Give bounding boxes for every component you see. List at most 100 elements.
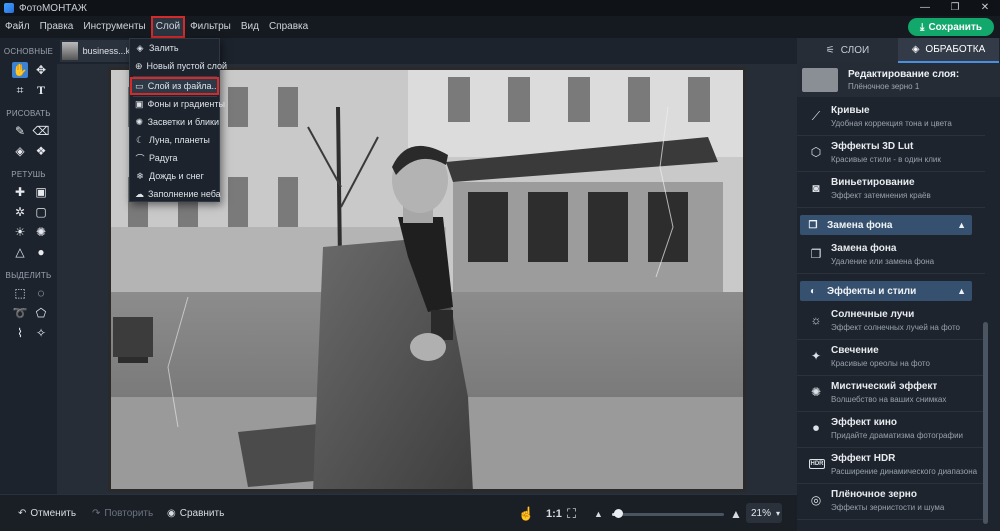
layers-icon: ❐: [808, 219, 818, 231]
frame-tool-icon[interactable]: ▢: [33, 204, 49, 220]
section-effects-styles[interactable]: ◐ Эффекты и стили ▲: [800, 281, 972, 301]
maximize-button[interactable]: ❐: [940, 0, 970, 16]
text-tool-icon[interactable]: T: [33, 82, 49, 98]
left-toolbar: ОСНОВНЫЕ ✋ ✥ ⌗ T РИСОВАТЬ ✎ ⌫ ◈ ❖ РЕТУШЬ…: [0, 38, 57, 494]
document-tab[interactable]: business...kin: [60, 40, 130, 62]
hand-tool-icon[interactable]: ✋: [12, 62, 28, 78]
tab-layers-label: СЛОИ: [840, 45, 870, 56]
compare-label: Сравнить: [179, 508, 225, 519]
section-background-replace[interactable]: ❐ Замена фона ▲: [800, 215, 972, 235]
photomontage-window: ФотоМОНТАЖ — ❐ ✕ Файл Правка Инструменты…: [0, 0, 1000, 531]
zoom-slider-handle[interactable]: [614, 509, 623, 518]
menu-filters[interactable]: Фильтры: [185, 16, 236, 38]
menu-file[interactable]: Файл: [0, 16, 35, 38]
shapes-tool-icon[interactable]: ❖: [33, 143, 49, 159]
menu-item-rain-snow[interactable]: ❄ Дождь и снег: [130, 167, 219, 185]
burn-tool-icon[interactable]: ✺: [33, 224, 49, 240]
menu-item-sky[interactable]: ☁ Заполнение неба: [130, 185, 221, 203]
scrollbar-thumb[interactable]: [983, 322, 988, 524]
rainbow-icon: ⌒: [135, 153, 145, 164]
menu-item-flares[interactable]: ✺ Засветки и блики: [130, 113, 220, 131]
list-item-glow[interactable]: ✦ Свечение Красивые ореолы на фото: [797, 340, 985, 376]
list-item-cinema[interactable]: ⏺ Эффект кино Придайте драматизма фотогр…: [797, 412, 985, 448]
polygon-lasso-icon[interactable]: ⬠: [33, 305, 49, 321]
magic-wand-icon[interactable]: ✧: [33, 325, 49, 341]
brush-tool-icon[interactable]: ✎: [12, 123, 28, 139]
item-name: Солнечные лучи: [831, 309, 915, 320]
zoom-value: 21%: [751, 507, 772, 519]
item-name: Мистический эффект: [831, 381, 938, 392]
menu-item-moon[interactable]: ☾ Луна, планеты: [130, 131, 219, 149]
menu-tools[interactable]: Инструменты: [78, 16, 150, 38]
item-name: Кривые: [831, 105, 870, 116]
minimize-button[interactable]: —: [910, 0, 940, 16]
eraser-tool-icon[interactable]: ⌫: [33, 123, 50, 139]
item-name: Замена фона: [831, 243, 897, 254]
ellipse-select-icon[interactable]: ◌: [33, 285, 49, 301]
chevron-up-icon: ▲: [957, 286, 966, 296]
compare-button[interactable]: ◉ Сравнить: [167, 495, 224, 531]
lasso-tool-icon[interactable]: ➰: [12, 305, 28, 321]
fill-icon: ◈: [136, 42, 144, 53]
zoom-out-icon[interactable]: ▲: [594, 495, 603, 531]
zoom-value-field[interactable]: 21% ▾: [746, 503, 782, 523]
menu-help[interactable]: Справка: [264, 16, 313, 38]
list-item-replace-bg[interactable]: ❐ Замена фона Удаление или замена фона: [797, 238, 985, 274]
redo-button[interactable]: ↷ Повторить: [92, 495, 153, 531]
item-name: Плёночное зерно: [831, 489, 917, 500]
item-desc: Удаление или замена фона: [831, 257, 935, 266]
blur-tool-icon[interactable]: ●: [33, 244, 49, 260]
sparkle-icon: ✺: [135, 116, 144, 127]
redo-icon: ↷: [92, 508, 101, 519]
menu-edit[interactable]: Правка: [35, 16, 79, 38]
menu-item-new-layer[interactable]: ⊕ Новый пустой слой: [130, 57, 227, 75]
undo-label: Отменить: [30, 508, 77, 519]
undo-icon: ↶: [18, 508, 27, 519]
list-item-film-grain[interactable]: ◎ Плёночное зерно Эффекты зернистости и …: [797, 484, 985, 520]
crop-tool-icon[interactable]: ⌗: [12, 82, 28, 98]
stamp-tool-icon[interactable]: ▣: [33, 184, 49, 200]
zoom-in-icon[interactable]: ▲: [730, 495, 742, 531]
list-item-3d-lut[interactable]: ⬡ Эффекты 3D Lut Красивые стили - в один…: [797, 136, 985, 172]
list-item-hdr[interactable]: HDR Эффект HDR Расширение динамического …: [797, 448, 985, 484]
moon-icon: ☾: [135, 134, 145, 145]
tab-layers[interactable]: ⚟ СЛОИ: [797, 38, 898, 63]
move-tool-icon[interactable]: ✥: [33, 62, 49, 78]
section-label-retouch: РЕТУШЬ: [11, 170, 46, 179]
title-bar: ФотоМОНТАЖ — ❐ ✕: [0, 0, 1000, 16]
hdr-icon: HDR: [809, 459, 825, 469]
save-button[interactable]: ⤓ Сохранить: [908, 18, 994, 36]
bucket-tool-icon[interactable]: ◈: [12, 143, 28, 159]
menu-item-backgrounds[interactable]: ▣ Фоны и градиенты: [130, 95, 225, 113]
magnetic-lasso-icon[interactable]: ⌇: [12, 325, 28, 341]
menu-item-label: Заполнение неба: [148, 189, 221, 199]
section-label-draw: РИСОВАТЬ: [6, 109, 51, 118]
menu-item-fill[interactable]: ◈ Залить: [130, 39, 219, 57]
item-desc: Эффекты зернистости и шума: [831, 503, 945, 512]
menu-item-rainbow[interactable]: ⌒ Радуга: [130, 149, 219, 167]
undo-button[interactable]: ↶ Отменить: [18, 495, 76, 531]
item-desc: Красивые ореолы на фото: [831, 359, 930, 368]
fit-screen-icon[interactable]: ⛶: [567, 495, 576, 531]
dodge-tool-icon[interactable]: ☀: [12, 224, 28, 240]
menu-view[interactable]: Вид: [236, 16, 264, 38]
menu-layer[interactable]: Слой: [150, 16, 186, 38]
list-item-vignette[interactable]: ◙ Виньетирование Эффект затемнения краёв: [797, 172, 985, 208]
patch-tool-icon[interactable]: ✲: [12, 204, 28, 220]
vignette-icon: ◙: [812, 181, 820, 195]
right-panel-scrollbar[interactable]: [982, 100, 989, 531]
hand-reset-icon[interactable]: ☝: [518, 495, 534, 531]
zoom-slider[interactable]: [612, 509, 724, 518]
list-item-mystic[interactable]: ✺ Мистический эффект Волшебство на ваших…: [797, 376, 985, 412]
list-item-sun-rays[interactable]: ☼ Солнечные лучи Эффект солнечных лучей …: [797, 304, 985, 340]
tab-processing[interactable]: ◈ ОБРАБОТКА: [898, 38, 999, 63]
actual-size-button[interactable]: 1:1: [546, 495, 562, 531]
healing-tool-icon[interactable]: ✚: [12, 184, 28, 200]
close-button[interactable]: ✕: [970, 0, 1000, 16]
item-name: Свечение: [831, 345, 879, 356]
menu-item-layer-from-file[interactable]: ▭ Слой из файла...: [130, 77, 219, 95]
sharpen-tool-icon[interactable]: △: [12, 244, 28, 260]
item-name: Эффект кино: [831, 417, 898, 428]
list-item-curves[interactable]: ⟋ Кривые Удобная коррекция тона и цвета: [797, 100, 985, 136]
rect-select-icon[interactable]: ⬚: [12, 285, 28, 301]
